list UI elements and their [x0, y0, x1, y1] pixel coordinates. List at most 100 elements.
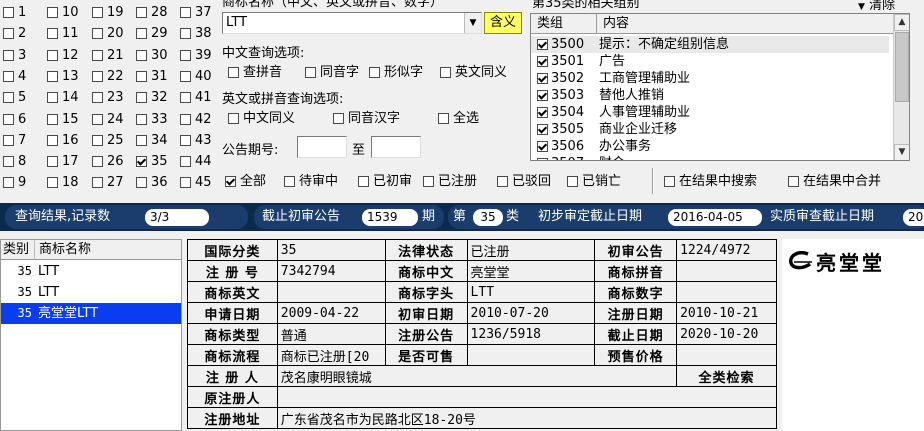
checkbox-icon[interactable] — [47, 177, 58, 189]
checkbox-icon[interactable] — [47, 134, 58, 146]
checkbox-icon[interactable] — [537, 56, 548, 67]
group-row[interactable]: 3504 人事管理辅助业 — [531, 104, 909, 121]
class-checkbox-29[interactable]: 29 — [136, 24, 168, 44]
checkbox-icon[interactable] — [423, 176, 434, 187]
checkbox-icon[interactable] — [225, 176, 236, 187]
checkbox-icon[interactable] — [136, 49, 147, 61]
checkbox-icon[interactable] — [497, 176, 508, 187]
checkbox-icon[interactable] — [358, 176, 369, 187]
class-checkbox-4[interactable]: 4 — [3, 67, 26, 87]
cn-option-2[interactable]: 形似字 — [369, 64, 423, 82]
checkbox-icon[interactable] — [47, 7, 58, 18]
group-scrollbar[interactable]: ▲ ▼ — [893, 14, 909, 160]
flow-value[interactable]: 商标已注册[20 — [276, 344, 386, 366]
checkbox-icon[interactable] — [180, 49, 191, 61]
checkbox-icon[interactable] — [3, 134, 14, 146]
checkbox-icon[interactable] — [92, 134, 103, 146]
class-checkbox-22[interactable]: 22 — [92, 67, 124, 87]
class-checkbox-20[interactable]: 20 — [92, 24, 124, 44]
class-checkbox-1[interactable]: 1 — [3, 3, 26, 23]
checkbox-icon[interactable] — [537, 124, 548, 135]
checkbox-icon[interactable] — [180, 156, 191, 168]
class-checkbox-28[interactable]: 28 — [136, 3, 168, 23]
group-row[interactable]: 3506 办公事务 — [531, 138, 909, 155]
checkbox-icon[interactable] — [47, 70, 58, 82]
checkbox-icon[interactable] — [284, 176, 295, 187]
class-checkbox-7[interactable]: 7 — [3, 131, 26, 151]
issue-from-input[interactable] — [297, 136, 347, 158]
status-filter-0[interactable]: 全部 — [225, 173, 266, 191]
class-checkbox-40[interactable]: 40 — [180, 67, 212, 87]
class-checkbox-6[interactable]: 6 — [3, 110, 26, 130]
result-row[interactable]: 35 LTT — [1, 261, 181, 282]
class-checkbox-5[interactable]: 5 — [3, 88, 26, 108]
checkbox-icon[interactable] — [788, 176, 799, 187]
checkbox-icon[interactable] — [92, 92, 103, 104]
checkbox-icon[interactable] — [136, 113, 147, 125]
checkbox-icon[interactable] — [136, 28, 147, 40]
class-checkbox-31[interactable]: 31 — [136, 67, 168, 87]
checkbox-icon[interactable] — [3, 7, 14, 18]
col-content-header[interactable]: 内容 — [597, 14, 893, 34]
class-checkbox-9[interactable]: 9 — [3, 173, 26, 193]
checkbox-icon[interactable] — [47, 28, 58, 40]
result-row[interactable]: 35 LTT — [1, 282, 181, 303]
scroll-thumb[interactable] — [895, 32, 909, 102]
checkbox-icon[interactable] — [3, 70, 14, 82]
meaning-button[interactable]: 含义 — [484, 12, 522, 34]
checkbox-icon[interactable] — [180, 70, 191, 82]
group-row[interactable]: 3502 工商管理辅助业 — [531, 70, 909, 87]
group-row[interactable]: 3503 替他人推销 — [531, 87, 909, 104]
class-checkbox-18[interactable]: 18 — [47, 173, 79, 193]
checkbox-icon[interactable] — [537, 158, 548, 160]
cn-option-0[interactable]: 查拼音 — [228, 64, 282, 82]
class-checkbox-23[interactable]: 23 — [92, 88, 124, 108]
checkbox-icon[interactable] — [136, 156, 147, 168]
checkbox-icon[interactable] — [180, 7, 191, 18]
checkbox-icon[interactable] — [3, 156, 14, 168]
en-option-1[interactable]: 同音汉字 — [333, 110, 400, 128]
col-name-header[interactable]: 商标名称 — [36, 240, 176, 260]
checkbox-icon[interactable] — [228, 67, 239, 78]
cn-option-1[interactable]: 同音字 — [305, 64, 359, 82]
result-filter-1[interactable]: 在结果中合并 — [788, 173, 881, 191]
checkbox-icon[interactable] — [92, 113, 103, 125]
checkbox-icon[interactable] — [92, 177, 103, 189]
status-filter-1[interactable]: 待审中 — [284, 173, 338, 191]
checkbox-icon[interactable] — [537, 39, 548, 50]
checkbox-icon[interactable] — [3, 49, 14, 61]
class-checkbox-25[interactable]: 25 — [92, 131, 124, 151]
checkbox-icon[interactable] — [440, 67, 451, 78]
checkbox-icon[interactable] — [47, 156, 58, 168]
en-option-0[interactable]: 中文同义 — [228, 110, 295, 128]
col-group-header[interactable]: 类组 — [531, 14, 597, 34]
checkbox-icon[interactable] — [92, 49, 103, 61]
class-checkbox-38[interactable]: 38 — [180, 24, 212, 44]
search-all-classes-button[interactable]: 全类检索 — [676, 365, 777, 387]
class-checkbox-17[interactable]: 17 — [47, 152, 79, 172]
status-filter-2[interactable]: 已初审 — [358, 173, 412, 191]
en-option-2[interactable]: 全选 — [438, 110, 479, 128]
group-row[interactable]: 3501 广告 — [531, 53, 909, 70]
checkbox-icon[interactable] — [180, 92, 191, 104]
checkbox-icon[interactable] — [537, 73, 548, 84]
dropdown-arrow-icon[interactable]: ▼ — [464, 13, 481, 33]
class-checkbox-37[interactable]: 37 — [180, 3, 212, 23]
class-checkbox-39[interactable]: 39 — [180, 46, 212, 66]
checkbox-icon[interactable] — [180, 113, 191, 125]
checkbox-icon[interactable] — [3, 113, 14, 125]
class-checkbox-26[interactable]: 26 — [92, 152, 124, 172]
issue-to-input[interactable] — [371, 136, 421, 158]
class-checkbox-44[interactable]: 44 — [180, 152, 212, 172]
result-list[interactable]: 类别 商标名称 35 LTT 35 LTT 35 亮堂堂LTT — [0, 239, 182, 431]
group-row[interactable]: 3505 商业企业迁移 — [531, 121, 909, 138]
scroll-down-icon[interactable]: ▼ — [894, 144, 909, 160]
class-checkbox-27[interactable]: 27 — [92, 173, 124, 193]
class-checkbox-45[interactable]: 45 — [180, 173, 212, 193]
checkbox-icon[interactable] — [47, 49, 58, 61]
col-class-header[interactable]: 类别 — [1, 240, 35, 260]
checkbox-icon[interactable] — [664, 176, 675, 187]
class-checkbox-11[interactable]: 11 — [47, 24, 79, 44]
class-checkbox-41[interactable]: 41 — [180, 88, 212, 108]
class-checkbox-13[interactable]: 13 — [47, 67, 79, 87]
